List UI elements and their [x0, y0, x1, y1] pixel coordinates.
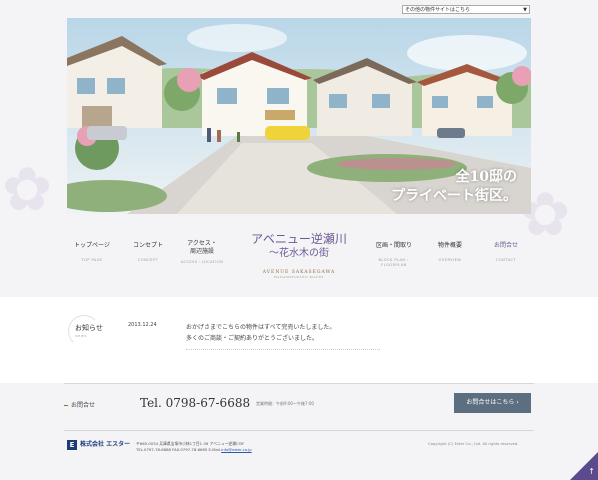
nav-label: 区画・間取り	[375, 242, 412, 249]
hero-illustration: 全10邸の プライベート街区。	[67, 18, 531, 214]
news-line1: おかげさまでこちらの物件はすべて完売いたしました。	[186, 324, 336, 331]
hero-catchcopy: 全10邸の プライベート街区。	[391, 168, 517, 206]
phone-number: Tel. 0798-67-6688	[140, 396, 251, 410]
email-link[interactable]: info@ester.co.jp	[221, 447, 252, 452]
nav-label-en: TOP PAGE	[81, 258, 103, 262]
nav-label-en: ACCESS・LOCATION	[180, 260, 224, 264]
decorative-flower: ✿	[2, 155, 53, 225]
logo-title: アベニュー逆瀬川	[251, 232, 347, 246]
contact-bar: お問合せ Tel. 0798-67-6688 営業時間：午前9:00〜午後7:0…	[0, 383, 598, 425]
contact-line-text: TEL.0797-78-6688 FAX.0797-78-6665 E-Mail…	[136, 447, 222, 452]
nav-concept[interactable]: コンセプト CONCEPT	[123, 242, 173, 262]
nav-label-en: OVERVIEW	[438, 258, 462, 262]
news-heading: お知らせ NEWS	[75, 323, 103, 338]
contact-label-text: お問合せ	[71, 402, 96, 409]
contact-button[interactable]: お問合せはこちら ›	[454, 393, 531, 413]
site-logo[interactable]: アベニュー逆瀬川 〜花水木の街 AVENUE SAKASEGAWA HANAMI…	[240, 232, 358, 279]
footer: E 株式会社 エスター 〒665-0034 兵庫県宝塚市小林1丁目1-39 アベニ…	[0, 425, 598, 480]
global-nav: トップページ TOP PAGE コンセプト CONCEPT アクセス・ 周辺施設…	[67, 228, 531, 284]
nav-label-en: CONTACT	[495, 258, 517, 262]
divider	[186, 349, 380, 350]
company-logo-mark: E	[67, 439, 77, 450]
nav-label-en: BLOCK PLAN・FLOORPLAN	[378, 258, 410, 267]
logo-subtitle: 〜花水木の街	[269, 248, 329, 259]
dash-icon	[64, 405, 68, 406]
hero-copy-line2: プライベート街区。	[391, 188, 517, 204]
contact-line: TEL.0797-78-6688 FAX.0797-78-6665 E-Mail…	[136, 447, 252, 453]
nav-label: トップページ	[74, 242, 110, 249]
nav-block-plan[interactable]: 区画・間取り BLOCK PLAN・FLOORPLAN	[369, 242, 419, 267]
news-heading-en: NEWS	[75, 334, 87, 338]
nav-label-en: CONCEPT	[137, 258, 159, 262]
chevron-right-icon: ›	[516, 399, 519, 406]
other-sites-select[interactable]: その他の物件サイトはこちら ▼	[402, 5, 530, 14]
nav-label: アクセス・ 周辺施設	[187, 240, 217, 255]
nav-label: お問合せ	[493, 242, 518, 249]
company-name: 株式会社 エスター	[80, 441, 131, 448]
hero-copy-line1: 全10邸の	[455, 169, 517, 185]
company-address: 〒665-0034 兵庫県宝塚市小林1丁目1-39 アベニュー逆瀬川3F TEL…	[136, 441, 252, 453]
business-hours: 営業時間：午前9:00〜午後7:00	[256, 401, 314, 406]
top-bar: その他の物件サイトはこちら ▼	[0, 0, 598, 14]
news-body: おかげさまでこちらの物件はすべて完売いたしました。 多くのご商談・ご契約ありがと…	[186, 322, 335, 344]
nav-label: コンセプト	[132, 242, 163, 249]
contact-label: お問合せ	[64, 400, 95, 409]
news-heading-label: お知らせ	[75, 324, 103, 332]
nav-contact[interactable]: お問合せ CONTACT	[481, 242, 531, 262]
news-date: 2013.12.24	[128, 322, 157, 328]
other-sites-select-value: その他の物件サイトはこちら	[405, 7, 471, 13]
contact-button-label: お問合せはこちら	[466, 399, 515, 406]
company-logo[interactable]: E 株式会社 エスター	[67, 439, 130, 450]
arrow-up-icon[interactable]: ↑	[588, 467, 595, 476]
nav-overview[interactable]: 物件概要 OVERVIEW	[425, 242, 475, 262]
nav-access[interactable]: アクセス・ 周辺施設 ACCESS・LOCATION	[177, 240, 227, 265]
divider	[64, 383, 534, 384]
logo-subtitle-en: HANAMIZUKINO MACHI	[273, 275, 325, 279]
news-section: お知らせ NEWS 2013.12.24 おかげさまでこちらの物件はすべて完売い…	[0, 297, 598, 383]
news-line2: 多くのご商談・ご契約ありがとうございました。	[186, 335, 319, 342]
nav-label: 物件概要	[437, 242, 462, 249]
chevron-down-icon: ▼	[523, 7, 527, 13]
copyright: Copyright (C) Ester Co., Ltd. All rights…	[428, 441, 519, 446]
nav-top-page[interactable]: トップページ TOP PAGE	[67, 242, 117, 262]
divider	[64, 430, 534, 431]
